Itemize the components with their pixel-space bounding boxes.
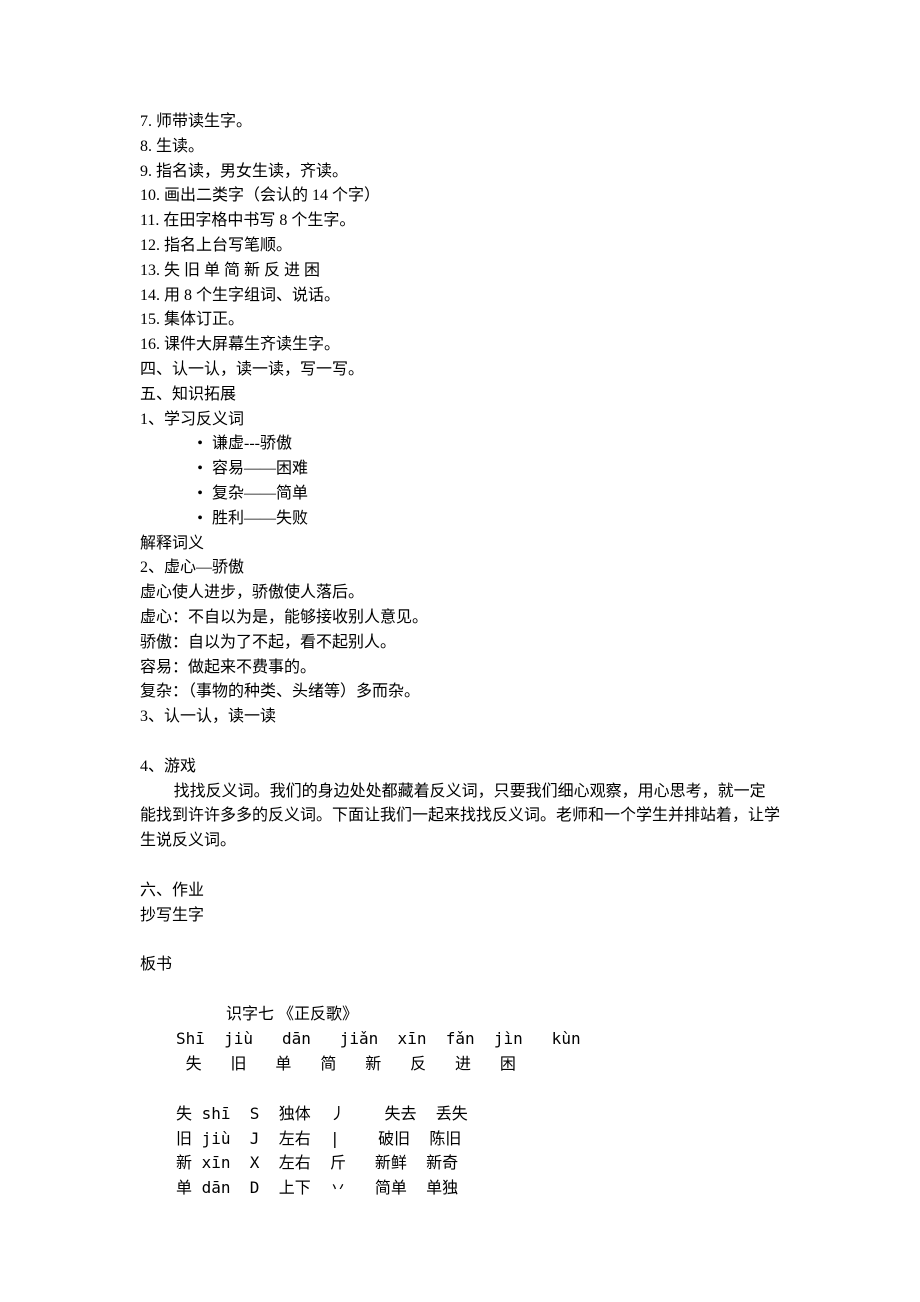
list-item: 13. 失 旧 单 简 新 反 进 困: [140, 259, 780, 284]
subitem-3: 3、认一认，读一读: [140, 705, 780, 730]
item-text: 画出二类字（会认的 14 个字）: [164, 184, 780, 209]
definition-line: 复杂：（事物的种类、头绪等）多而杂。: [140, 680, 780, 705]
pinyin-row: Shī jiù dān jiǎn xīn fǎn jìn kùn: [176, 1027, 780, 1052]
list-item: •胜利——失败: [188, 507, 780, 532]
board-title: 识字七 《正反歌》: [140, 1003, 780, 1028]
item-text: 指名读，男女生读，齐读。: [156, 160, 780, 185]
definition-line: 虚心使人进步，骄傲使人落后。: [140, 581, 780, 606]
item-number: 16.: [140, 333, 164, 358]
section-heading-4: 四、认一认，读一读，写一写。: [140, 358, 780, 383]
subitem-4: 4、游戏: [140, 755, 780, 780]
list-item: 11. 在田字格中书写 8 个生字。: [140, 209, 780, 234]
document-page: 7. 师带读生字。 8. 生读。 9. 指名读，男女生读，齐读。 10. 画出二…: [0, 0, 920, 1302]
bullet-icon: •: [188, 457, 212, 482]
bullet-icon: •: [188, 507, 212, 532]
list-item: •谦虚---骄傲: [188, 432, 780, 457]
list-item: 14. 用 8 个生字组词、说话。: [140, 284, 780, 309]
subitem-1: 1、学习反义词: [140, 408, 780, 433]
antonym-pair: 谦虚---骄傲: [212, 435, 292, 452]
list-item: •复杂——简单: [188, 482, 780, 507]
blank-line: [140, 730, 780, 755]
blank-line: [140, 854, 780, 879]
list-item: 10. 画出二类字（会认的 14 个字）: [140, 184, 780, 209]
item-number: 10.: [140, 184, 164, 209]
antonym-list: •谦虚---骄傲 •容易——困难 •复杂——简单 •胜利——失败: [140, 432, 780, 531]
bullet-icon: •: [188, 432, 212, 457]
bullet-icon: •: [188, 482, 212, 507]
blank-line: [176, 1077, 780, 1102]
table-row: 旧 jiù J 左右 | 破旧 陈旧: [176, 1127, 780, 1152]
item-number: 15.: [140, 308, 164, 333]
list-item: 8. 生读。: [140, 135, 780, 160]
item-text: 课件大屏幕生齐读生字。: [164, 333, 780, 358]
antonym-pair: 胜利——失败: [212, 510, 308, 527]
board-label: 板书: [140, 953, 780, 978]
game-paragraph: 找找反义词。我们的身边处处都藏着反义词，只要我们细心观察，用心思考，就一定能找到…: [140, 780, 780, 854]
item-number: 9.: [140, 160, 156, 185]
item-number: 12.: [140, 234, 164, 259]
table-row: 单 dān D 上下 丷 简单 单独: [176, 1176, 780, 1201]
item-number: 8.: [140, 135, 156, 160]
item-number: 13.: [140, 259, 164, 284]
list-item: 15. 集体订正。: [140, 308, 780, 333]
section-heading-5: 五、知识拓展: [140, 383, 780, 408]
explain-heading: 解释词义: [140, 532, 780, 557]
section-heading-6: 六、作业: [140, 879, 780, 904]
character-row: 失 旧 单 简 新 反 进 困: [176, 1052, 780, 1077]
antonym-pair: 复杂——简单: [212, 485, 308, 502]
blank-line: [140, 928, 780, 953]
homework-line: 抄写生字: [140, 904, 780, 929]
definition-line: 骄傲：自以为了不起，看不起别人。: [140, 631, 780, 656]
antonym-pair: 容易——困难: [212, 460, 308, 477]
table-row: 新 xīn X 左右 斤 新鲜 新奇: [176, 1151, 780, 1176]
item-text: 在田字格中书写 8 个生字。: [163, 209, 780, 234]
list-item: 16. 课件大屏幕生齐读生字。: [140, 333, 780, 358]
definition-line: 容易：做起来不费事的。: [140, 656, 780, 681]
item-number: 14.: [140, 284, 164, 309]
list-item: 9. 指名读，男女生读，齐读。: [140, 160, 780, 185]
item-text: 指名上台写笔顺。: [164, 234, 780, 259]
item-text: 生读。: [156, 135, 780, 160]
item-text: 用 8 个生字组词、说话。: [164, 284, 780, 309]
list-item: 12. 指名上台写笔顺。: [140, 234, 780, 259]
numbered-list: 7. 师带读生字。 8. 生读。 9. 指名读，男女生读，齐读。 10. 画出二…: [140, 110, 780, 358]
item-number: 7.: [140, 110, 156, 135]
item-text: 集体订正。: [164, 308, 780, 333]
blank-line: [140, 978, 780, 1003]
list-item: 7. 师带读生字。: [140, 110, 780, 135]
item-text: 师带读生字。: [156, 110, 780, 135]
item-text: 失 旧 单 简 新 反 进 困: [164, 259, 780, 284]
list-item: •容易——困难: [188, 457, 780, 482]
table-row: 失 shī S 独体 丿 失去 丢失: [176, 1102, 780, 1127]
item-number: 11.: [140, 209, 163, 234]
definition-line: 虚心：不自以为是，能够接收别人意见。: [140, 606, 780, 631]
subitem-2: 2、虚心—骄傲: [140, 556, 780, 581]
board-content: Shī jiù dān jiǎn xīn fǎn jìn kùn 失 旧 单 简…: [140, 1027, 780, 1201]
